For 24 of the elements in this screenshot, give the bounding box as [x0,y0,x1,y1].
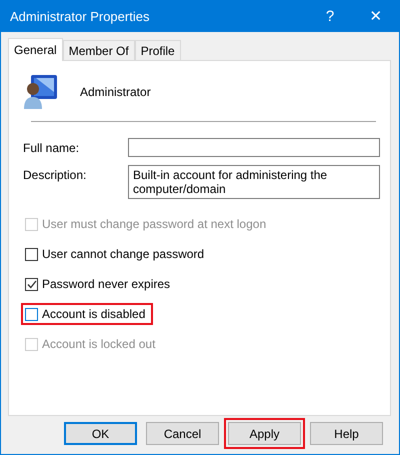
tab[interactable]: General [8,38,63,61]
user-computer-icon [23,73,59,110]
dialog-button[interactable]: OK [64,422,137,445]
tab[interactable]: Member Of [62,40,135,60]
checkbox-label: Password never expires [42,277,170,291]
dialog-button[interactable]: Cancel [146,422,219,445]
checkbox-label: User must change password at next logon [42,217,266,231]
checkbox[interactable] [25,248,38,260]
user-name: Administrator [80,84,151,98]
checkbox-label: User cannot change password [42,247,204,261]
tab[interactable]: Profile [134,40,181,60]
checkbox-label: Account is locked out [42,337,156,351]
dialog-button[interactable]: Apply [228,422,301,445]
field-label: Full name: [23,140,80,157]
text-field[interactable] [128,138,380,157]
close-button[interactable]: ✕ [353,0,399,32]
checkbox[interactable] [25,278,38,290]
checkbox-label: Account is disabled [42,307,146,321]
help-button[interactable]: ? [307,0,353,32]
text-field[interactable]: Built-in account for administering the computer/domain [128,165,380,199]
field-label: Description: [23,167,88,184]
dialog-button[interactable]: Help [310,422,383,445]
window-title: Administrator Properties [10,8,150,24]
checkbox[interactable] [25,308,38,320]
